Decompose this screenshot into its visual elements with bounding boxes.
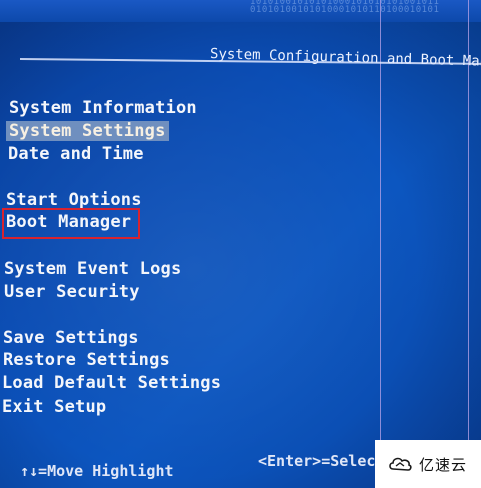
- menu-item-system-settings[interactable]: System Settings: [6, 121, 169, 141]
- footer-enter-hint: <Enter>=Select: [258, 452, 385, 470]
- page-title: System Configuration and Boot Mana: [209, 46, 481, 70]
- menu-item-system-information[interactable]: System Information: [9, 98, 197, 118]
- menu-item-user-security[interactable]: User Security: [4, 282, 140, 302]
- footer-move-hint: ↑↓=Move Highlight: [20, 462, 174, 480]
- menu-item-load-default-settings[interactable]: Load Default Settings: [2, 373, 221, 393]
- menu-item-restore-settings[interactable]: Restore Settings: [3, 350, 170, 370]
- background-binary-pattern: 10101001010101000101010101001011 0101010…: [250, 0, 440, 15]
- menu-item-save-settings[interactable]: Save Settings: [3, 328, 139, 348]
- vertical-guide-line: [380, 0, 381, 488]
- site-watermark: 亿速云: [375, 440, 481, 488]
- watermark-text: 亿速云: [419, 455, 468, 474]
- boot-manager-highlight-box: [2, 208, 140, 239]
- menu-item-start-options[interactable]: Start Options: [6, 190, 142, 210]
- menu-item-date-and-time[interactable]: Date and Time: [8, 144, 144, 164]
- cloud-logo-icon: [389, 457, 412, 471]
- menu-item-system-event-logs[interactable]: System Event Logs: [4, 259, 181, 279]
- menu-item-exit-setup[interactable]: Exit Setup: [2, 397, 106, 417]
- vertical-guide-line: [468, 0, 469, 488]
